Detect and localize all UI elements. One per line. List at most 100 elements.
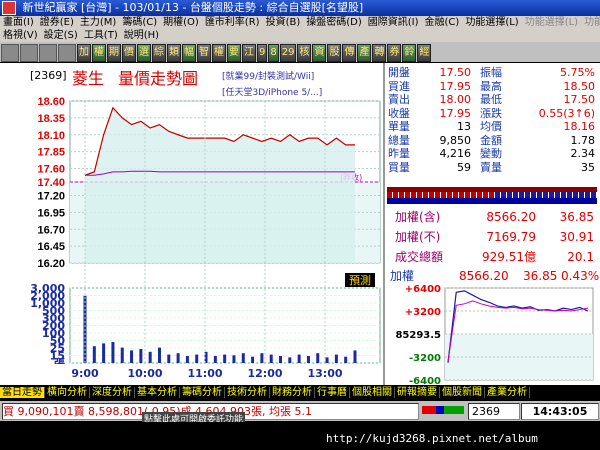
toolbar-tool-icon[interactable] [20,44,38,62]
index-value: 8566.20 [486,210,536,224]
index-row: 成交總額 929.51億 20.1 [388,247,598,267]
toolbar-button[interactable]: 加 [77,44,91,62]
toolbar-button[interactable]: 核 [297,44,312,62]
analysis-tab[interactable]: 橫向分析 [45,387,90,398]
bar-cell [549,192,554,198]
stock-code-input[interactable]: 2369 [468,403,520,420]
menu-item[interactable]: 說明(H) [121,30,162,41]
bar-cell [567,192,572,198]
volume-bar [306,356,310,363]
analysis-tab[interactable]: 行事曆 [315,387,350,398]
mini-index-chart[interactable]: +6400 +3200 85293.5 -3200 -6400 [385,284,600,384]
bar-cell [393,192,398,198]
menu-item[interactable]: 功能選擇(L) [462,17,521,28]
menu-item[interactable]: 主力(M) [77,17,119,28]
menu-item[interactable]: 畫面(I) [0,17,37,28]
toolbar-button[interactable]: 期 [107,44,121,62]
toolbar-button[interactable]: 權 [212,44,226,62]
toolbar-button[interactable]: 江 [242,44,256,62]
menu-item[interactable]: 證券(E) [37,17,77,28]
bar-cell [459,192,464,198]
toolbar-button[interactable]: 經 [417,44,432,62]
toolbar-button[interactable]: 產 [357,44,372,62]
quote-row: 買量 59 賣量 35 [388,161,598,175]
toolbar-button[interactable]: 股 [327,44,342,62]
toolbar-button[interactable]: 選 [137,44,151,62]
menu-item[interactable]: 操盤密碼(D) [303,17,365,28]
mini-index-pct: 0.43% [561,269,600,283]
menu-item[interactable]: 匯市利率(R) [202,17,263,28]
toolbar-tool-icon[interactable] [1,44,19,62]
time-tick-label: 11:00 [187,367,222,380]
bar-cell [555,192,560,198]
title-bar: 新世紀贏家 [台灣] - 103/01/13 - 台盤個股走勢 : 綜合自選股[… [0,0,600,16]
menu-item[interactable]: 金融(C) [422,17,463,28]
toolbar-button[interactable]: 券 [387,44,402,62]
time-tick-label: 12:00 [247,367,282,380]
bar-cell [501,192,506,198]
volume-bar [213,356,217,363]
time-tick-label: 13:00 [307,367,342,380]
bar-cell [579,192,584,198]
menu-item[interactable]: 投資(B) [263,17,304,28]
menu-bar-row2: 格視(V) 設定(S) 工具(T) 說明(H) [0,29,600,42]
menu-item[interactable]: 設定(S) [41,30,81,41]
quote-value: 18.16 [563,120,596,133]
quote-grid: 開盤 17.50 振幅 5.75% 買進 17.95 最高 18.50 賣出 18.00 最低 17.… [388,66,598,174]
toolbar-button[interactable]: 綜 [152,44,166,62]
analysis-tab[interactable]: 產業分析 [485,387,530,398]
quote-value: 17.95 [439,79,472,93]
toolbar-button[interactable]: 轉 [372,44,387,62]
quote-label: 變動 [480,147,502,160]
menu-item[interactable]: 功能選擇(L) [522,17,581,28]
toolbar-button[interactable]: 權 [92,44,106,62]
toolbar-button[interactable]: 資 [312,44,327,62]
price-tick-label: 16.20 [37,258,65,270]
analysis-tab[interactable]: 研報摘要 [395,387,440,398]
menu-item[interactable]: 格視(V) [0,30,41,41]
analysis-tab[interactable]: 深度分析 [90,387,135,398]
menu-item[interactable]: 功能選擇(L) [581,17,600,28]
toolbar-button[interactable]: 9 [257,44,268,62]
menu-item[interactable]: 國際資訊(I) [365,17,422,28]
toolbar-button[interactable]: 智 [197,44,211,62]
index-change: 20.1 [567,250,594,264]
analysis-tab[interactable]: 技術分析 [225,387,270,398]
volume-plot-area [69,287,381,364]
mini-tick-label: 85293.5 [395,330,441,341]
toolbar-button[interactable]: 類 [167,44,181,62]
toolbar-tool-icon[interactable] [39,44,57,62]
bar-cell [543,192,548,198]
menu-item[interactable]: 籌碼(C) [119,17,160,28]
analysis-tab[interactable]: 籌碼分析 [180,387,225,398]
index-label: 加權(不) [395,230,441,244]
volume-bar [325,357,329,363]
analysis-tab[interactable]: 財務分析 [270,387,315,398]
mini-tick-label: +6400 [405,284,441,295]
menu-item[interactable]: 工具(T) [81,30,121,41]
quote-value: 1.78 [570,133,596,147]
analysis-tab[interactable]: 當日走勢 [0,387,45,398]
toolbar-button[interactable]: 鈴 [402,44,417,62]
toolbar-button[interactable]: 幅 [182,44,196,62]
quote-value: 17.50 [563,93,596,106]
price-volume-chart[interactable]: 18.60 18.35 18.10 17.85 17.6017.40 17.20 16.95… [0,63,383,385]
toolbar-button[interactable]: 8 [268,44,279,62]
toolbar-button[interactable]: 傳 [342,44,357,62]
quote-row: 開盤 17.50 振幅 5.75% [388,66,598,80]
volume-bar [297,354,301,363]
bar-top [387,187,597,192]
toolbar: 加權期價選綜類幅智權要江 9 8 29 核資股傳產轉券鈴經 [0,42,600,62]
menu-item[interactable]: 期權(O) [160,17,202,28]
analysis-tab[interactable]: 基本分析 [135,387,180,398]
toolbar-button[interactable]: 要 [227,44,241,62]
bar-bottom [387,198,597,204]
analysis-tab[interactable]: 個股相關 [350,387,395,398]
toolbar-button[interactable]: 價 [122,44,136,62]
bar-cell [525,192,530,198]
toolbar-tool-icon[interactable] [58,44,76,62]
volume-bar [185,356,189,363]
toolbar-button[interactable]: 29 [279,44,297,62]
analysis-tab[interactable]: 個股新聞 [440,387,485,398]
mini-tick-label: -6400 [409,376,441,384]
